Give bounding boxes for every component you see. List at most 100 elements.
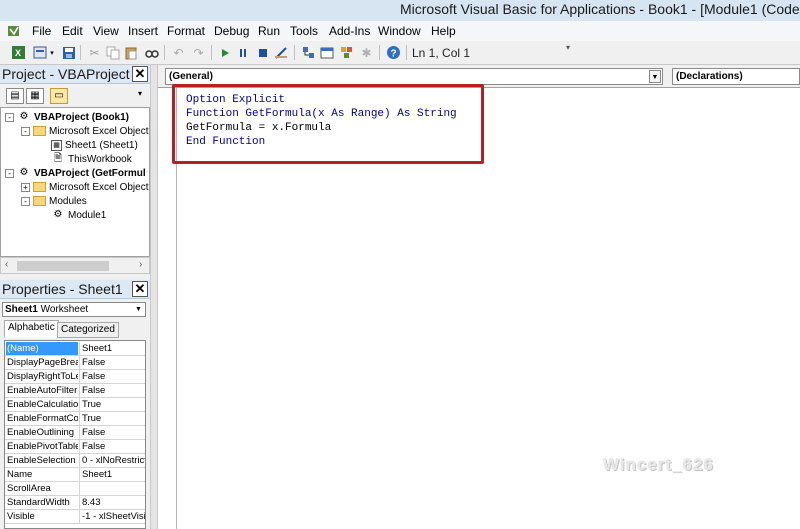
property-value[interactable]: 8.43: [79, 496, 145, 509]
menu-add-ins[interactable]: Add-Ins: [329, 24, 370, 38]
toolbox-icon[interactable]: ✱: [358, 44, 375, 61]
excel-view-icon[interactable]: X: [10, 44, 27, 61]
property-row[interactable]: (Name) Sheet1: [5, 342, 145, 356]
menu-debug[interactable]: Debug: [214, 24, 249, 38]
undo-icon[interactable]: ↶: [170, 44, 187, 61]
project-tree-scrollbar[interactable]: ‹ ›: [0, 257, 150, 274]
tree-item-thisworkbook[interactable]: 🗎 ThisWorkbook: [51, 152, 132, 166]
tree-item-modules[interactable]: - Modules: [21, 194, 87, 208]
project-explorer-icon[interactable]: [300, 44, 317, 61]
tree-item-module1[interactable]: ⚙ Module1: [51, 208, 107, 222]
chevron-down-icon[interactable]: ▼: [649, 70, 661, 83]
reset-icon[interactable]: [254, 44, 271, 61]
property-row[interactable]: Name Sheet1: [5, 468, 145, 482]
toolbar-separator: [80, 45, 81, 60]
scrollbar-thumb[interactable]: [17, 261, 109, 271]
property-row[interactable]: EnableFormatCon True: [5, 412, 145, 426]
tab-categorized[interactable]: Categorized: [57, 322, 119, 338]
view-object-icon[interactable]: ▦: [26, 88, 44, 104]
menu-help[interactable]: Help: [431, 24, 456, 38]
tree-item-excel-objects[interactable]: - Microsoft Excel Objects: [21, 124, 149, 138]
object-combo[interactable]: (General) ▼: [165, 68, 663, 85]
property-value[interactable]: False: [79, 384, 145, 397]
property-value[interactable]: Sheet1: [79, 468, 145, 481]
procedure-combo[interactable]: (Declarations): [672, 68, 800, 85]
property-value[interactable]: [79, 482, 145, 495]
design-mode-icon[interactable]: [273, 44, 290, 61]
menu-tools[interactable]: Tools: [290, 24, 318, 38]
property-value[interactable]: Sheet1: [79, 342, 145, 355]
collapse-icon[interactable]: -: [5, 168, 14, 178]
menu-insert[interactable]: Insert: [128, 24, 158, 38]
help-icon[interactable]: ?: [385, 44, 402, 61]
code-highlight-box: [172, 84, 484, 164]
tree-item-vbaproject-book1[interactable]: - ⚙ VBAProject (Book1): [5, 110, 129, 124]
property-row[interactable]: EnableCalculation True: [5, 398, 145, 412]
chevron-down-icon[interactable]: ▾: [48, 44, 56, 61]
run-icon[interactable]: [216, 44, 233, 61]
property-row[interactable]: EnablePivotTable False: [5, 440, 145, 454]
vba-app-icon[interactable]: [6, 23, 22, 39]
vba-project-icon: ⚙: [19, 111, 29, 122]
property-value[interactable]: -1 - xlSheetVisib: [79, 510, 145, 523]
scroll-left-icon[interactable]: ‹: [5, 259, 8, 270]
menu-edit[interactable]: Edit: [62, 24, 83, 38]
tree-item-excel-objects-2[interactable]: + Microsoft Excel Objects: [21, 180, 149, 194]
properties-window-icon[interactable]: [319, 44, 336, 61]
menu-view[interactable]: View: [93, 24, 119, 38]
property-value[interactable]: 0 - xlNoRestrict: [79, 454, 145, 467]
object-select[interactable]: Sheet1 Worksheet ▼: [2, 302, 146, 317]
scroll-right-icon[interactable]: ›: [139, 259, 142, 270]
property-row[interactable]: ScrollArea: [5, 482, 145, 496]
menu-window[interactable]: Window: [378, 24, 421, 38]
property-value[interactable]: False: [79, 370, 145, 383]
collapse-icon[interactable]: -: [5, 112, 14, 122]
close-project-pane-button[interactable]: ✕: [132, 66, 148, 82]
collapse-icon[interactable]: -: [21, 126, 30, 136]
toggle-folders-icon[interactable]: ▭: [50, 88, 68, 104]
find-icon[interactable]: [143, 44, 160, 61]
copy-icon[interactable]: [104, 44, 121, 61]
property-row[interactable]: StandardWidth 8.43: [5, 496, 145, 510]
menu-run[interactable]: Run: [258, 24, 280, 38]
paste-icon[interactable]: [122, 44, 139, 61]
property-row[interactable]: Visible -1 - xlSheetVisib: [5, 510, 145, 524]
chevron-down-icon[interactable]: ▾: [138, 89, 142, 98]
menu-file[interactable]: File: [32, 24, 51, 38]
tree-item-label: Sheet1 (Sheet1): [65, 139, 138, 151]
expand-icon[interactable]: +: [21, 182, 30, 192]
property-row[interactable]: DisplayPageBreal False: [5, 356, 145, 370]
cut-icon[interactable]: ✂: [86, 44, 103, 61]
property-row[interactable]: EnableOutlining False: [5, 426, 145, 440]
property-name: EnableOutlining: [7, 427, 75, 438]
insert-module-icon[interactable]: [32, 44, 49, 61]
save-icon[interactable]: [60, 44, 77, 61]
property-value[interactable]: True: [79, 412, 145, 425]
tree-item-vbaproject-getformula[interactable]: - ⚙ VBAProject (GetFormul: [5, 166, 146, 180]
chevron-down-icon[interactable]: ▼: [133, 304, 144, 315]
collapse-icon[interactable]: -: [21, 196, 30, 206]
tree-item-sheet1[interactable]: ▦ Sheet1 (Sheet1): [51, 138, 138, 152]
view-code-icon[interactable]: ▤: [6, 88, 24, 104]
project-pane-title: Project - VBAProject: [2, 66, 130, 82]
property-name: Name: [7, 469, 33, 480]
toolbar-options-icon[interactable]: ▾: [566, 43, 574, 63]
property-value[interactable]: False: [79, 426, 145, 439]
toolbar-separator: [406, 45, 407, 60]
menu-format[interactable]: Format: [167, 24, 205, 38]
pane-splitter[interactable]: [150, 65, 158, 529]
close-properties-pane-button[interactable]: ✕: [132, 281, 148, 297]
properties-grid: (Name) Sheet1 DisplayPageBreal False Dis…: [4, 340, 146, 529]
property-value[interactable]: False: [79, 440, 145, 453]
property-row[interactable]: DisplayRightToLe False: [5, 370, 145, 384]
object-browser-icon[interactable]: [338, 44, 355, 61]
redo-icon[interactable]: ↷: [190, 44, 207, 61]
tab-alphabetic[interactable]: Alphabetic: [4, 320, 59, 338]
object-type: Worksheet: [40, 304, 89, 315]
property-value[interactable]: True: [79, 398, 145, 411]
property-row[interactable]: EnableAutoFilter False: [5, 384, 145, 398]
property-row[interactable]: EnableSelection 0 - xlNoRestrict: [5, 454, 145, 468]
folder-icon: [33, 182, 46, 192]
break-icon[interactable]: [234, 44, 251, 61]
property-value[interactable]: False: [79, 356, 145, 369]
